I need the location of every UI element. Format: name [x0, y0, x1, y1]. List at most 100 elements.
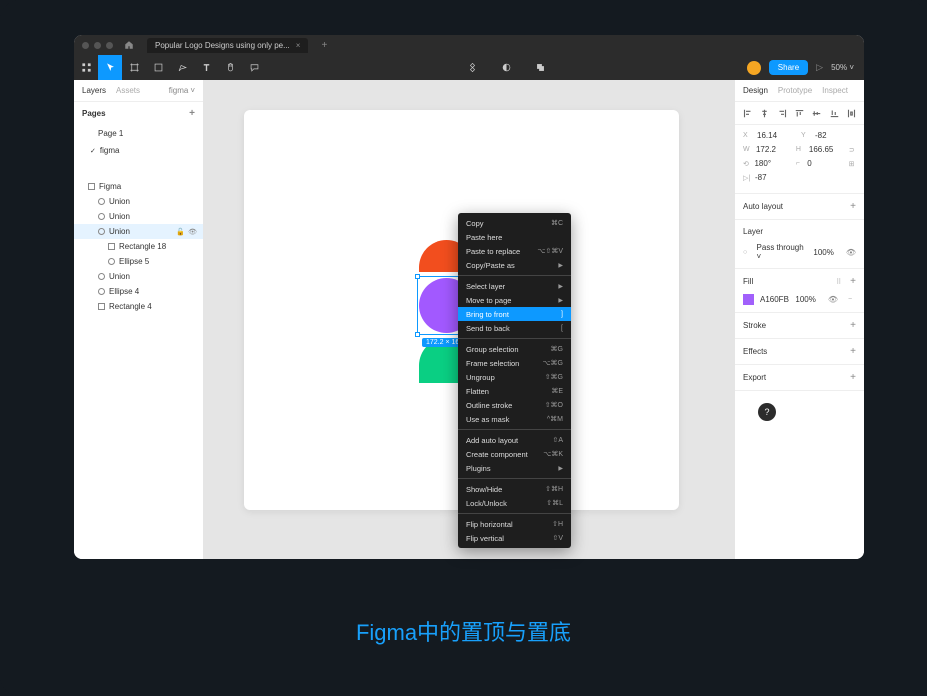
ctx-item-paste-to-replace[interactable]: Paste to replace⌥⇧⌘V — [458, 244, 571, 258]
layer-label: Union — [109, 197, 197, 206]
layer-item[interactable]: Union — [74, 194, 203, 209]
ctx-item-use-as-mask[interactable]: Use as mask^⌘M — [458, 412, 571, 426]
comment-tool[interactable] — [242, 55, 266, 80]
shape-tool[interactable] — [146, 55, 170, 80]
constrain-icon[interactable]: ⊃ — [849, 146, 856, 154]
w-input[interactable]: 172.2 — [756, 145, 792, 154]
tab-design[interactable]: Design — [743, 86, 768, 95]
style-icon[interactable]: ⠿ — [836, 278, 844, 286]
align-vcenter-icon[interactable] — [812, 108, 821, 118]
ctx-item-plugins[interactable]: Plugins▶ — [458, 461, 571, 475]
ctx-item-flip-horizontal[interactable]: Flip horizontal⇧H — [458, 517, 571, 531]
align-left-icon[interactable] — [743, 108, 752, 118]
page-item-active[interactable]: figma — [74, 142, 203, 159]
distribute-icon[interactable] — [847, 108, 856, 118]
ctx-item-ungroup[interactable]: Ungroup⇧⌘G — [458, 370, 571, 384]
align-top-icon[interactable] — [795, 108, 804, 118]
layer-item[interactable]: Union🔓👁 — [74, 224, 203, 239]
layer-item[interactable]: Rectangle 4 — [74, 299, 203, 314]
align-right-icon[interactable] — [778, 108, 787, 118]
file-tab[interactable]: Popular Logo Designs using only pe... × — [147, 38, 308, 53]
add-stroke-button[interactable]: + — [850, 320, 856, 331]
layer-item[interactable]: Rectangle 18 — [74, 239, 203, 254]
traffic-close[interactable] — [82, 42, 89, 49]
radius-input[interactable]: 0 — [807, 159, 844, 168]
frame-tool[interactable] — [122, 55, 146, 80]
independent-corners-icon[interactable]: ⊞ — [849, 160, 856, 168]
traffic-max[interactable] — [106, 42, 113, 49]
ctx-item-add-auto-layout[interactable]: Add auto layout⇧A — [458, 433, 571, 447]
y-input[interactable]: -82 — [815, 131, 855, 140]
align-bottom-icon[interactable] — [829, 108, 838, 118]
ctx-item-paste-here[interactable]: Paste here — [458, 230, 571, 244]
ctx-item-move-to-page[interactable]: Move to page▶ — [458, 293, 571, 307]
layer-label: Union — [109, 272, 197, 281]
layer-item[interactable]: Union — [74, 269, 203, 284]
ctx-item-flip-vertical[interactable]: Flip vertical⇧V — [458, 531, 571, 545]
ctx-item-bring-to-front[interactable]: Bring to front] — [458, 307, 571, 321]
new-tab-button[interactable]: + — [321, 40, 327, 51]
layer-item[interactable]: Figma — [74, 179, 203, 194]
mask-icon[interactable] — [494, 55, 518, 80]
resize-handle[interactable] — [415, 274, 420, 279]
ctx-item-select-layer[interactable]: Select layer▶ — [458, 279, 571, 293]
pen-tool[interactable] — [170, 55, 194, 80]
avatar[interactable] — [747, 61, 761, 75]
x-input[interactable]: 16.14 — [757, 131, 797, 140]
close-icon[interactable]: × — [296, 41, 301, 50]
visibility-icon[interactable]: 👁 — [188, 228, 197, 236]
add-fill-button[interactable]: + — [850, 276, 856, 287]
add-effect-button[interactable]: + — [850, 346, 856, 357]
ctx-item-copy[interactable]: Copy⌘C — [458, 216, 571, 230]
ctx-item-group-selection[interactable]: Group selection⌘G — [458, 342, 571, 356]
share-button[interactable]: Share — [769, 60, 808, 75]
visibility-icon[interactable]: 👁 — [846, 248, 856, 257]
lock-icon[interactable]: 🔓 — [176, 228, 185, 236]
ctx-item-flatten[interactable]: Flatten⌘E — [458, 384, 571, 398]
layer-item[interactable]: Union — [74, 209, 203, 224]
tab-inspect[interactable]: Inspect — [822, 86, 848, 95]
layer-item[interactable]: Ellipse 4 — [74, 284, 203, 299]
resize-handle[interactable] — [415, 332, 420, 337]
fill-swatch[interactable] — [743, 294, 754, 305]
tab-prototype[interactable]: Prototype — [778, 86, 812, 95]
traffic-min[interactable] — [94, 42, 101, 49]
layer-item[interactable]: Ellipse 5 — [74, 254, 203, 269]
menu-tool[interactable] — [74, 55, 98, 80]
ctx-item-create-component[interactable]: Create component⌥⌘K — [458, 447, 571, 461]
layer-label: Union — [109, 212, 197, 221]
ctx-item-show-hide[interactable]: Show/Hide⇧⌘H — [458, 482, 571, 496]
h-input[interactable]: 166.65 — [809, 145, 845, 154]
remove-fill-icon[interactable]: − — [848, 296, 856, 303]
ctx-item-lock-unlock[interactable]: Lock/Unlock⇧⌘L — [458, 496, 571, 510]
zoom-level[interactable]: 50% ˅ — [831, 63, 854, 72]
add-export-button[interactable]: + — [850, 372, 856, 383]
component-icon[interactable] — [460, 55, 484, 80]
move-tool[interactable] — [98, 55, 122, 80]
fill-hex[interactable]: A160FB — [760, 295, 789, 304]
add-page-button[interactable]: + — [189, 108, 195, 119]
layer-opacity[interactable]: 100% — [813, 248, 833, 257]
home-icon[interactable] — [124, 40, 134, 50]
ctx-item-send-to-back[interactable]: Send to back[ — [458, 321, 571, 335]
ctx-item-copy-paste-as[interactable]: Copy/Paste as▶ — [458, 258, 571, 272]
tab-layers[interactable]: Layers — [82, 86, 106, 95]
file-dropdown[interactable]: figma ˅ — [169, 86, 195, 95]
present-icon[interactable]: ▷ — [816, 62, 823, 73]
w-label: W — [743, 146, 752, 153]
fill-visibility-icon[interactable]: 👁 — [828, 295, 838, 304]
page-item[interactable]: Page 1 — [74, 125, 203, 142]
blend-mode[interactable]: Pass through ˅ — [757, 243, 808, 261]
hand-tool[interactable] — [218, 55, 242, 80]
rotation2-input[interactable]: -87 — [755, 173, 795, 182]
align-hcenter-icon[interactable] — [760, 108, 769, 118]
ctx-item-frame-selection[interactable]: Frame selection⌥⌘G — [458, 356, 571, 370]
ctx-item-outline-stroke[interactable]: Outline stroke⇧⌘O — [458, 398, 571, 412]
fill-opacity[interactable]: 100% — [795, 295, 815, 304]
text-tool[interactable] — [194, 55, 218, 80]
help-button[interactable]: ? — [758, 403, 776, 421]
rotation-input[interactable]: 180° — [754, 159, 791, 168]
boolean-icon[interactable] — [528, 55, 552, 80]
add-autolayout-button[interactable]: + — [850, 201, 856, 212]
tab-assets[interactable]: Assets — [116, 86, 140, 95]
